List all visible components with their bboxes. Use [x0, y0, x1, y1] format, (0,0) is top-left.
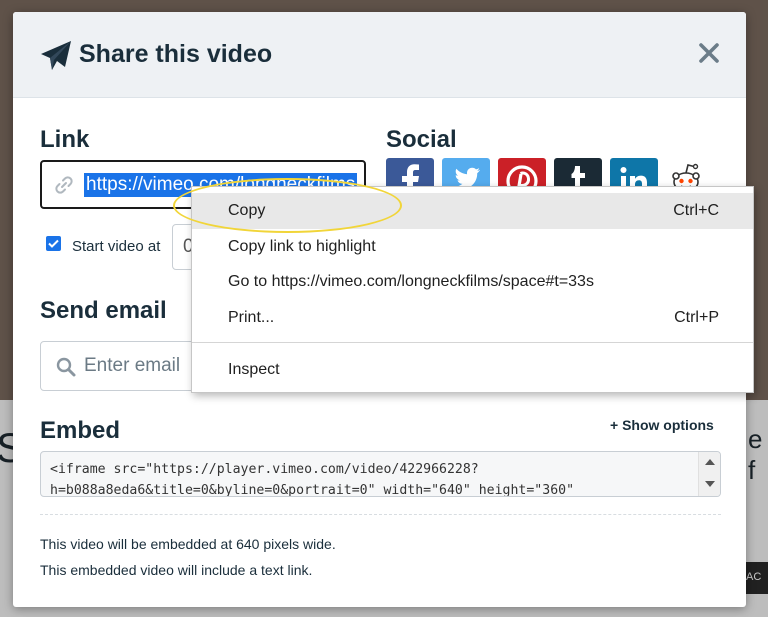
embed-code-text: <iframe src="https://player.vimeo.com/vi… [50, 462, 575, 497]
menu-item-print[interactable]: Print... Ctrl+P [192, 300, 753, 336]
menu-separator [192, 342, 753, 343]
menu-item-label: Copy [228, 202, 266, 219]
social-heading: Social [386, 126, 457, 153]
start-video-label: Start video at [72, 238, 161, 255]
embed-scrollbar[interactable] [698, 452, 720, 496]
menu-item-label: Print... [228, 309, 275, 326]
chain-link-icon [55, 176, 73, 194]
link-heading: Link [40, 126, 90, 153]
dialog-header: Share this video [13, 12, 746, 98]
menu-item-go-to-url[interactable]: Go to https://vimeo.com/longneckfilms/sp… [192, 264, 753, 300]
embed-width-note: This video will be embedded at 640 pixel… [40, 536, 336, 552]
menu-item-label: Go to https://vimeo.com/longneckfilms/sp… [228, 273, 594, 290]
context-menu: Copy Ctrl+C Copy link to highlight Go to… [191, 186, 754, 393]
scroll-down-arrow-icon[interactable] [705, 481, 715, 487]
close-icon[interactable] [696, 40, 722, 66]
dialog-title: Share this video [79, 40, 273, 68]
embed-code-textarea[interactable]: <iframe src="https://player.vimeo.com/vi… [40, 451, 721, 497]
scroll-up-arrow-icon[interactable] [705, 459, 715, 465]
menu-item-copy[interactable]: Copy Ctrl+C [192, 193, 753, 229]
menu-item-label: Inspect [228, 361, 280, 378]
menu-item-inspect[interactable]: Inspect [192, 352, 753, 388]
checkmark-icon [48, 239, 59, 248]
menu-item-label: Copy link to highlight [228, 238, 376, 255]
search-icon [56, 357, 76, 377]
show-options-link[interactable]: + Show options [610, 417, 714, 433]
paper-plane-icon [41, 41, 71, 70]
start-video-checkbox[interactable] [46, 236, 61, 251]
menu-item-copy-link-to-highlight[interactable]: Copy link to highlight [192, 229, 753, 265]
menu-item-shortcut: Ctrl+C [673, 202, 719, 219]
send-email-heading: Send email [40, 297, 167, 324]
embed-divider [40, 514, 721, 515]
embed-link-note: This embedded video will include a text … [40, 562, 313, 578]
menu-item-shortcut: Ctrl+P [674, 309, 719, 326]
embed-heading: Embed [40, 417, 121, 444]
